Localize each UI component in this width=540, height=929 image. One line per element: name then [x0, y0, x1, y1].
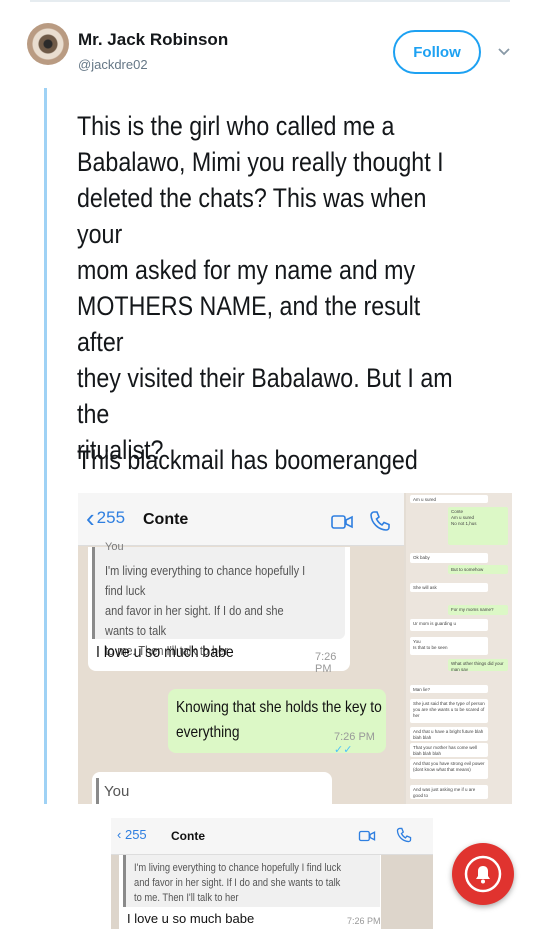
- quote-author: You: [105, 541, 124, 553]
- message-time: 7:26 PM: [315, 651, 337, 675]
- quoted-reply: You I'm living everything to chance hope…: [92, 541, 345, 658]
- back-button: ‹ 255: [86, 503, 126, 533]
- phone-icon: [396, 827, 412, 843]
- side-chat-message: Man lie?: [410, 685, 488, 693]
- side-chat-message: And that u have a bright future blah bla…: [410, 727, 488, 741]
- chat-header: ‹ 255 Conte: [111, 818, 433, 855]
- quote-author: You: [104, 783, 130, 800]
- message-time: 7:26 PM ✓✓: [334, 731, 386, 756]
- back-count: 255: [96, 508, 126, 527]
- tweet-media-image[interactable]: ‹ 255 Conte You I'm living everything to…: [78, 493, 512, 804]
- side-chat-message: That your mother has come well blah blah…: [410, 743, 488, 757]
- chevron-left-icon: ‹: [117, 827, 122, 842]
- side-chat-message: Am u sured: [410, 495, 488, 503]
- top-divider: [30, 0, 510, 2]
- chevron-down-icon[interactable]: [495, 42, 513, 60]
- side-chat-message: Ur mom is guarding u: [410, 619, 488, 631]
- side-chat-message: Conte Am u sured No not 1,hus: [448, 507, 508, 545]
- side-chat-message: She will ask: [410, 583, 488, 592]
- video-call-icon: [331, 515, 353, 529]
- phone-icon: [370, 511, 390, 531]
- contact-name: Conte: [171, 829, 205, 843]
- notification-bell-button[interactable]: [452, 843, 514, 905]
- thread-line: [44, 88, 47, 804]
- outgoing-message: Knowing that she holds the key to everyt…: [168, 689, 386, 756]
- avatar[interactable]: [27, 23, 69, 65]
- tweet-text-line: This blackmail has boomeranged: [77, 445, 418, 475]
- video-call-icon: [358, 830, 376, 842]
- side-chat-message: Ok baby: [410, 553, 488, 563]
- side-chat-message: You Is that to be seen: [410, 637, 488, 655]
- author-handle[interactable]: @jackdre02: [78, 57, 148, 72]
- quote-bar: [96, 778, 99, 804]
- side-chat-message: But to somehow: [448, 565, 508, 574]
- chevron-left-icon: ‹: [86, 503, 95, 533]
- chat-screenshot: ‹ 255 Conte You I'm living everything to…: [78, 493, 404, 804]
- side-chat-message: And was just asking me if u are good to: [410, 785, 488, 799]
- author-name[interactable]: Mr. Jack Robinson: [78, 30, 228, 50]
- side-chat-message: She just said that the type of person yo…: [410, 699, 488, 723]
- side-chat-message: And that you have strong evil power (don…: [410, 759, 488, 779]
- incoming-message: You I'm living everything to chance hope…: [88, 541, 350, 675]
- tweet-media-image-2[interactable]: ‹ 255 Conte I'm living everything to cha…: [111, 818, 433, 929]
- message-text: I love u so much babe: [96, 644, 234, 661]
- contact-name: Conte: [143, 511, 189, 528]
- quote-text: I'm living everything to chance hopefull…: [134, 862, 342, 904]
- back-count: 255: [124, 827, 147, 842]
- side-chat-screenshot: Am u sured Conte Am u sured No not 1,hus O…: [406, 493, 512, 804]
- side-chat-message: What other things did your man say: [448, 659, 508, 671]
- side-chat-message: For my moms name?: [448, 605, 508, 615]
- read-receipt-icon: ✓✓: [334, 744, 353, 756]
- chat-header: ‹ 255 Conte: [78, 493, 404, 546]
- message-time: 7:26 PM: [347, 916, 381, 926]
- back-button: ‹ 255: [117, 827, 147, 842]
- incoming-message: I'm living everything to chance hopefull…: [119, 855, 381, 929]
- bell-icon: [464, 855, 502, 893]
- message-time-text: 7:26 PM: [334, 731, 375, 743]
- follow-button[interactable]: Follow: [393, 30, 481, 74]
- quoted-reply: I'm living everything to chance hopefull…: [123, 855, 380, 907]
- tweet-text: This is the girl who called me a Babalaw…: [77, 111, 453, 465]
- incoming-message: You: [92, 772, 332, 804]
- message-text: I love u so much babe: [127, 911, 255, 926]
- chat-body: I'm living everything to chance hopefull…: [111, 855, 433, 929]
